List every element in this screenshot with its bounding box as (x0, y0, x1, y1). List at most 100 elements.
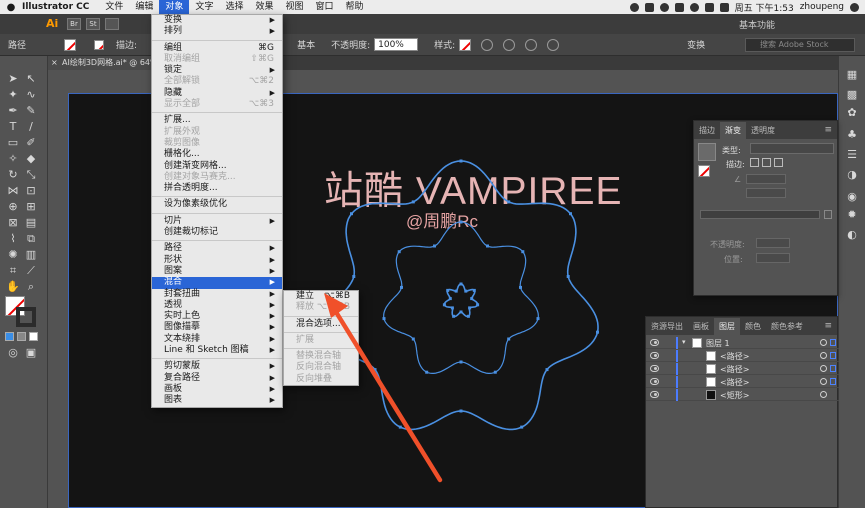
gradient-preview-swatch[interactable] (698, 143, 716, 161)
magic-wand-tool-icon[interactable]: ✦ (6, 88, 20, 102)
anchor-point[interactable] (459, 310, 463, 314)
aspect-field[interactable] (746, 188, 786, 198)
wechat-icon[interactable] (629, 2, 639, 12)
anchor-point[interactable] (411, 200, 415, 204)
wifi-icon[interactable] (689, 2, 699, 12)
arrange-docs-button[interactable] (105, 18, 119, 30)
object_menu-item[interactable]: 形状 ▶ (152, 255, 282, 266)
anchor-point[interactable] (520, 425, 524, 429)
paintbrush-tool-icon[interactable]: ✐ (24, 136, 38, 150)
object_menu-item[interactable]: 混合 ▶ (152, 277, 282, 289)
menu-view[interactable]: 视图 (279, 0, 309, 14)
selection-indicator[interactable] (830, 352, 836, 359)
anchor-point[interactable] (566, 275, 570, 278)
object_menu-item[interactable]: 图表 ▶ (152, 395, 282, 406)
mesh-tool-icon[interactable]: ⊠ (6, 216, 20, 230)
transparency-icon[interactable]: ◐ (845, 228, 859, 242)
angle-field[interactable] (746, 174, 786, 184)
selection-indicator[interactable] (830, 339, 836, 346)
fill-swatch[interactable] (64, 38, 77, 51)
apple-icon[interactable]: ● (0, 2, 22, 13)
anchor-point[interactable] (596, 330, 599, 334)
anchor-point[interactable] (452, 314, 456, 318)
type-tool-icon[interactable]: T (6, 120, 20, 134)
anchor-point[interactable] (470, 297, 474, 301)
object_menu-item[interactable]: 画板 ▶ (152, 384, 282, 395)
eye-icon[interactable] (650, 365, 659, 372)
curvature-tool-icon[interactable]: ✎ (24, 104, 38, 118)
anchor-point[interactable] (476, 303, 480, 307)
pen-tool-icon[interactable]: ✒ (6, 104, 20, 118)
layers-menu-icon[interactable]: ≡ (824, 321, 832, 331)
stroke-swatch[interactable] (94, 39, 105, 50)
eraser-tool-icon[interactable]: ◆ (24, 152, 38, 166)
app-menu[interactable]: Illustrator CC (22, 2, 89, 12)
anchor-point[interactable] (519, 285, 522, 289)
tab-asset-export[interactable]: 资源导出 (646, 318, 688, 335)
appearance-icon[interactable]: ◉ (845, 190, 859, 204)
target-icon[interactable] (820, 378, 827, 385)
anchor-point[interactable] (459, 360, 463, 364)
layer-row[interactable]: ▾ 图层 1 (646, 337, 839, 349)
opacity-label[interactable]: 不透明度: (331, 38, 370, 51)
tab-artboards[interactable]: 画板 (688, 318, 714, 335)
anchor-point[interactable] (448, 297, 452, 301)
anchor-point[interactable] (466, 314, 470, 318)
object_menu-item[interactable]: 栅格化... (152, 149, 282, 160)
menu-select[interactable]: 选择 (219, 0, 249, 14)
menu-window[interactable]: 窗口 (309, 0, 339, 14)
rotate-tool-icon[interactable]: ↻ (6, 168, 20, 182)
layer-name[interactable]: 图层 1 (706, 338, 730, 349)
stop-position-field[interactable] (756, 253, 790, 263)
object_menu-item[interactable]: 透视 ▶ (152, 300, 282, 311)
direct-selection-tool-icon[interactable]: ↖ (24, 72, 38, 86)
clock[interactable]: 周五 下午1:53 (735, 1, 794, 14)
anchor-point[interactable] (507, 200, 511, 204)
anchor-point[interactable] (545, 368, 549, 372)
anchor-point[interactable] (521, 250, 525, 254)
stroke-along-icon[interactable] (762, 158, 771, 167)
anchor-point[interactable] (459, 282, 463, 286)
distribute-icon[interactable] (525, 38, 538, 51)
tab-color[interactable]: 颜色 (740, 318, 766, 335)
symbols-icon[interactable]: ♣ (845, 128, 859, 142)
symbol-sprayer-tool-icon[interactable]: ✺ (6, 248, 20, 262)
object_menu-item[interactable]: 锁定 ▶ (152, 65, 282, 76)
object_menu-item[interactable]: 设为像素级优化 (152, 199, 282, 210)
anchor-point[interactable] (459, 409, 463, 413)
stroke-color-box[interactable] (16, 307, 36, 327)
target-icon[interactable] (820, 365, 827, 372)
battery-icon[interactable] (719, 2, 729, 12)
gradient-type-select[interactable] (750, 143, 834, 154)
anchor-point[interactable] (493, 370, 497, 374)
tab-layers[interactable]: 图层 (714, 318, 740, 335)
clock-tray-icon[interactable] (659, 2, 669, 12)
anchor-point[interactable] (507, 337, 511, 341)
anchor-point[interactable] (433, 244, 436, 248)
anchor-point[interactable] (472, 288, 476, 292)
rectangle-tool-icon[interactable]: ▭ (6, 136, 20, 150)
menu-type[interactable]: 文字 (189, 0, 219, 14)
align-panel-icon[interactable]: ☰ (845, 148, 859, 162)
gradient-tool-icon[interactable]: ▤ (24, 216, 38, 230)
free-transform-tool-icon[interactable]: ⊡ (24, 184, 38, 198)
properties-icon[interactable]: ▦ (845, 68, 859, 82)
stock-button[interactable]: St (86, 18, 100, 30)
tab-transparency[interactable]: 透明度 (746, 122, 780, 139)
perspective-grid-tool-icon[interactable]: ⊞ (24, 200, 38, 214)
draw-mode-icon[interactable]: ◎ (6, 346, 20, 360)
shape-builder-tool-icon[interactable]: ⊕ (6, 200, 20, 214)
object_menu-item[interactable]: 编组 ⌘G (152, 43, 282, 54)
tab-gradient[interactable]: 渐变 (720, 122, 746, 139)
width-tool-icon[interactable]: ⋈ (6, 184, 20, 198)
object_menu-item[interactable]: 拼合透明度... (152, 183, 282, 194)
zoom-tool-icon[interactable]: ⌕ (24, 280, 38, 294)
recolor-icon[interactable] (481, 38, 494, 51)
transform-label[interactable]: 变换 (687, 38, 705, 51)
tab-color-guide[interactable]: 颜色参考 (766, 318, 808, 335)
spotlight-icon[interactable] (850, 2, 859, 12)
sync-icon[interactable] (644, 2, 654, 12)
fill-stroke-indicator[interactable] (698, 165, 710, 177)
sublayer-name[interactable]: <路径> (720, 351, 749, 362)
object_menu-item[interactable]: 复合路径 ▶ (152, 373, 282, 384)
